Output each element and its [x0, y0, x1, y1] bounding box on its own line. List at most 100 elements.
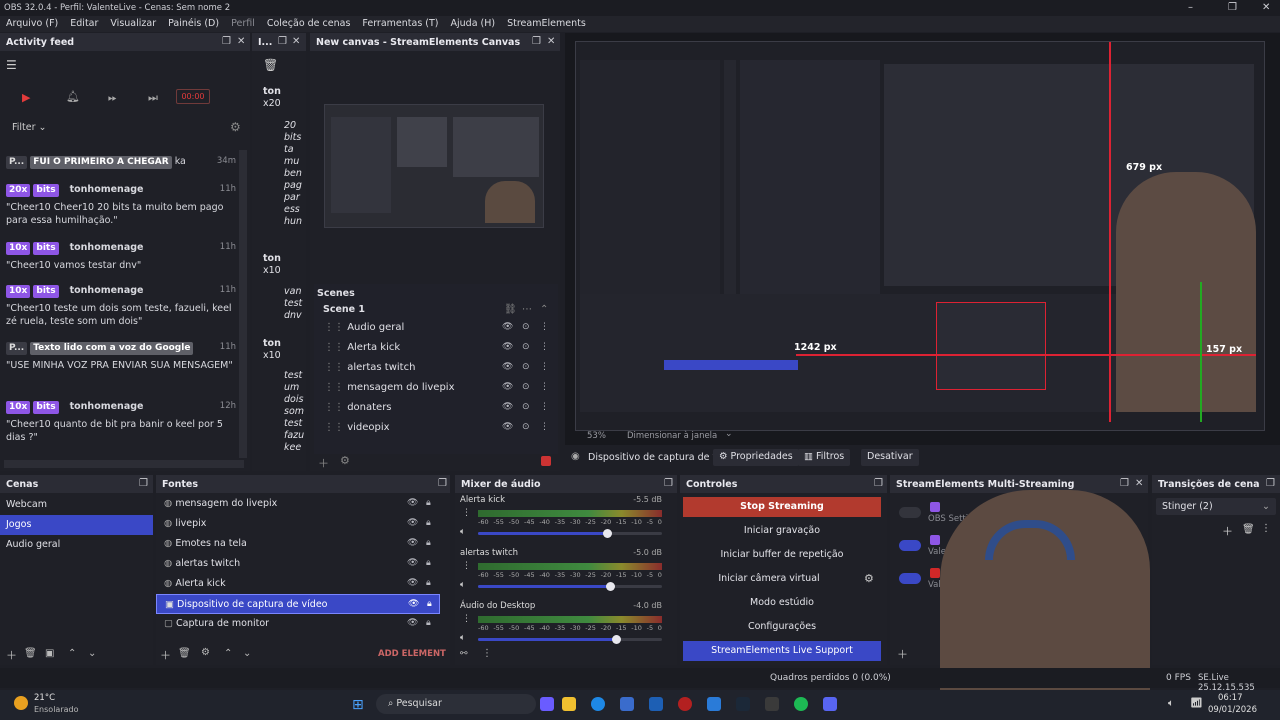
scene-item-webcam[interactable]: Webcam: [0, 495, 153, 515]
more-icon[interactable]: ⋮: [1261, 523, 1271, 534]
volume-knob[interactable]: [606, 582, 616, 591]
drag-handle-icon[interactable]: ⋮⋮: [324, 382, 344, 393]
add-icon[interactable]: ＋: [318, 455, 329, 471]
add-icon[interactable]: ＋: [6, 647, 17, 663]
start-recording-button[interactable]: Iniciar gravação: [683, 521, 881, 541]
copilot-icon[interactable]: [540, 697, 554, 711]
live-support-button[interactable]: StreamElements Live Support: [683, 641, 881, 661]
canvas-source-item[interactable]: ⋮⋮ donaters 👁︎ ⊙ ⋮: [314, 402, 554, 422]
menu-perfil[interactable]: Perfil: [231, 18, 255, 32]
volume-slider[interactable]: [478, 529, 662, 538]
volume-knob[interactable]: [602, 529, 612, 538]
menu-streamelements[interactable]: StreamElements: [507, 18, 586, 32]
float-icon[interactable]: ❐: [874, 478, 883, 489]
deactivate-button[interactable]: Desativar: [861, 449, 919, 466]
lock-icon[interactable]: 🔒︎: [426, 498, 431, 508]
bell-icon[interactable]: 🔔︎: [66, 90, 80, 103]
maximize-button[interactable]: ❐: [1228, 2, 1237, 13]
weather-icon[interactable]: [14, 696, 28, 710]
source-item[interactable]: ◍ alertas twitch 👁︎ 🔒︎: [156, 554, 440, 574]
filters-button[interactable]: ▥ Filtros: [798, 449, 851, 466]
virtual-camera-button[interactable]: Iniciar câmera virtual: [683, 569, 855, 589]
more-icon[interactable]: ⋮: [540, 342, 549, 352]
hamburger-menu-icon[interactable]: ☰: [6, 58, 17, 72]
menu-editar[interactable]: Editar: [70, 18, 98, 32]
windows-start-icon[interactable]: ⊞: [352, 697, 364, 713]
toggle-switch[interactable]: [899, 507, 921, 518]
eye-icon[interactable]: 👁︎: [407, 538, 418, 548]
lock-icon[interactable]: ⊙: [522, 342, 530, 352]
float-icon[interactable]: ❐: [438, 478, 447, 489]
add-element-button[interactable]: ADD ELEMENT: [378, 649, 446, 659]
gear-icon[interactable]: ⚙: [340, 454, 350, 467]
lock-icon[interactable]: ⊙: [522, 322, 530, 332]
eye-icon[interactable]: 👁︎: [502, 362, 513, 372]
menu-visualizar[interactable]: Visualizar: [110, 18, 156, 32]
drag-handle-icon[interactable]: ⋮⋮: [324, 402, 344, 413]
float-icon[interactable]: ❐: [1266, 478, 1275, 489]
trash-icon[interactable]: 🗑︎: [24, 648, 37, 659]
lock-icon[interactable]: 🔒︎: [426, 618, 431, 628]
volume-slider[interactable]: [478, 582, 662, 591]
chevron-up-icon[interactable]: ⌃: [68, 648, 76, 659]
play-icon[interactable]: ▶: [22, 91, 30, 104]
resize-mode[interactable]: Dimensionar à janela: [627, 431, 717, 441]
close-icon[interactable]: ✕: [292, 36, 300, 47]
record-icon[interactable]: [541, 456, 551, 466]
transition-select[interactable]: Stinger (2) ⌄: [1156, 498, 1276, 515]
volume-icon[interactable]: 🔈︎: [1168, 698, 1174, 709]
drag-handle-icon[interactable]: ⋮⋮: [324, 322, 344, 333]
float-icon[interactable]: ❐: [278, 36, 287, 47]
eye-icon[interactable]: 👁︎: [407, 558, 418, 568]
lock-icon[interactable]: 🔒︎: [426, 578, 431, 588]
minimize-button[interactable]: –: [1188, 2, 1193, 13]
float-icon[interactable]: ❐: [139, 478, 148, 489]
trash-icon[interactable]: 🗑︎: [1242, 524, 1255, 535]
canvas-preview[interactable]: [324, 104, 544, 228]
canvas-source-item[interactable]: ⋮⋮ videopix 👁︎ ⊙ ⋮: [314, 422, 554, 442]
eye-icon[interactable]: 👁︎: [502, 342, 513, 352]
volume-knob[interactable]: [612, 635, 621, 644]
more-icon[interactable]: ⋮: [540, 362, 549, 372]
drag-handle-icon[interactable]: ⋮⋮: [324, 342, 344, 353]
store-icon[interactable]: [620, 697, 634, 711]
eye-icon[interactable]: 👁︎: [502, 422, 513, 432]
source-item[interactable]: ◍ livepix 👁︎ 🔒︎: [156, 514, 440, 534]
lock-icon[interactable]: 🔒︎: [426, 538, 431, 548]
link-icon[interactable]: ⛓︎: [504, 304, 517, 315]
obs-icon[interactable]: [678, 697, 692, 711]
close-icon[interactable]: ✕: [1135, 478, 1143, 489]
source-item[interactable]: ◍ Emotes na tela 👁︎ 🔒︎: [156, 534, 440, 554]
float-icon[interactable]: ❐: [222, 36, 231, 47]
source-item[interactable]: ▢ Captura de monitor 👁︎ 🔒︎: [156, 614, 440, 634]
trash-icon[interactable]: 🗑︎: [178, 648, 191, 659]
stop-streaming-button[interactable]: Stop Streaming: [683, 497, 881, 517]
close-window-button[interactable]: ✕: [1262, 2, 1270, 13]
lock-icon[interactable]: ⊙: [522, 382, 530, 392]
mixer-link-icon[interactable]: ⚯: [460, 649, 468, 659]
more-icon[interactable]: ⋮: [540, 402, 549, 412]
source-item[interactable]: ◍ mensagem do livepix 👁︎ 🔒︎: [156, 494, 440, 514]
file-explorer-icon[interactable]: [562, 697, 576, 711]
canvas-source-item[interactable]: ⋮⋮ alertas twitch 👁︎ ⊙ ⋮: [314, 362, 554, 382]
more-icon[interactable]: ⋯: [522, 304, 532, 315]
toggle-switch[interactable]: [899, 540, 921, 551]
add-icon[interactable]: ＋: [897, 646, 908, 662]
trash-icon[interactable]: 🗑︎: [263, 58, 278, 72]
menu-ferramentas[interactable]: Ferramentas (T): [362, 18, 438, 32]
drag-handle-icon[interactable]: ⋮⋮: [324, 362, 344, 373]
float-icon[interactable]: ❐: [664, 478, 673, 489]
canvas-source-item[interactable]: ⋮⋮ mensagem do livepix 👁︎ ⊙ ⋮: [314, 382, 554, 402]
eye-icon[interactable]: 👁︎: [407, 618, 418, 628]
channel-menu-icon[interactable]: ⋮: [462, 614, 471, 624]
replay-buffer-button[interactable]: Iniciar buffer de repetição: [683, 545, 881, 565]
chevron-down-icon[interactable]: ⌄: [725, 429, 733, 439]
chevron-down-icon[interactable]: ⌄: [88, 648, 96, 659]
network-icon[interactable]: 📶︎: [1190, 698, 1203, 709]
canvas-source-item[interactable]: ⋮⋮ Audio geral 👁︎ ⊙ ⋮: [314, 322, 554, 342]
filter-dropdown[interactable]: Filter ⌄: [12, 122, 47, 133]
channel-menu-icon[interactable]: ⋮: [462, 561, 471, 571]
timer-display[interactable]: 00:00: [176, 89, 210, 104]
scene-item-audio-geral[interactable]: Audio geral: [0, 535, 153, 555]
fast-forward-icon[interactable]: ⏩︎: [108, 91, 117, 105]
